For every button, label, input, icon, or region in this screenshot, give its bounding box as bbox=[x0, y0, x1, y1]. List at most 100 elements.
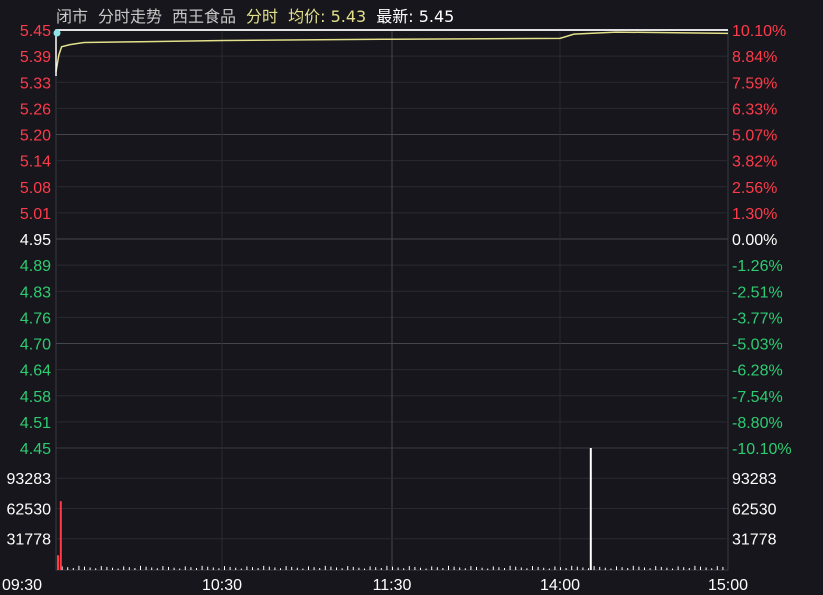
percent-tick-label: -2.51% bbox=[732, 284, 783, 301]
price-tick-label: 5.45 bbox=[20, 23, 51, 40]
volume-bar bbox=[649, 568, 651, 570]
volume-bar bbox=[436, 567, 438, 570]
volume-bar bbox=[336, 567, 337, 570]
time-axis: 09:30 10:30 11:30 14:00 15:00 bbox=[2, 577, 748, 594]
percent-tick-label: 10.10% bbox=[732, 23, 786, 40]
latest-price-value: 5.45 bbox=[418, 7, 455, 26]
volume-bar bbox=[341, 568, 343, 570]
volume-bar bbox=[621, 567, 623, 570]
volume-bar bbox=[694, 565, 696, 570]
volume-bar bbox=[588, 568, 589, 570]
volume-bar bbox=[397, 567, 399, 570]
volume-bar bbox=[274, 567, 276, 570]
volume-bar bbox=[347, 566, 349, 570]
price-tick-label: 5.20 bbox=[20, 128, 51, 145]
volume-bar bbox=[190, 567, 192, 570]
volume-bar bbox=[431, 566, 433, 570]
volume-bar bbox=[212, 567, 214, 570]
price-tick-label: 4.64 bbox=[20, 363, 51, 380]
latest-price-label: 最新: bbox=[376, 7, 414, 26]
volume-bar bbox=[509, 565, 511, 570]
volume-bar bbox=[448, 565, 449, 570]
volume-bar bbox=[364, 568, 365, 570]
chart-header: 闭市 分时走势 西王食品 分时 均价: 5.43 最新: 5.45 bbox=[56, 4, 454, 26]
volume-bar bbox=[358, 567, 360, 570]
volume-bar bbox=[610, 568, 612, 570]
volume-bar bbox=[604, 567, 606, 570]
time-tick-label: 09:30 bbox=[2, 577, 42, 594]
volume-bar bbox=[638, 566, 640, 570]
volume-bar bbox=[179, 568, 181, 570]
price-tick-label: 4.83 bbox=[20, 284, 51, 301]
percent-tick-label: 1.30% bbox=[732, 206, 777, 223]
volume-bar bbox=[453, 566, 455, 570]
latest-price: 最新: 5.45 bbox=[376, 3, 454, 27]
volume-bar bbox=[57, 555, 59, 570]
volume-bar bbox=[106, 566, 108, 570]
volume-bar bbox=[666, 567, 668, 570]
volume-bar bbox=[616, 566, 617, 570]
volume-bar bbox=[201, 565, 203, 570]
volume-bar bbox=[224, 566, 225, 570]
volume-tick-label: 62530 bbox=[7, 501, 52, 518]
volume-bar bbox=[688, 567, 690, 570]
chart-grid bbox=[55, 29, 729, 571]
volume-bar bbox=[716, 566, 718, 570]
volume-bar bbox=[145, 566, 147, 570]
volume-tick-label: 31778 bbox=[732, 532, 777, 549]
volume-bar bbox=[128, 567, 130, 570]
time-tick-label: 15:00 bbox=[708, 577, 748, 594]
volume-bar bbox=[700, 566, 701, 570]
chart-mode: 分时 bbox=[246, 7, 279, 26]
volume-bar bbox=[420, 567, 421, 570]
volume-bar bbox=[504, 567, 505, 570]
percent-tick-label: 7.59% bbox=[732, 75, 777, 92]
average-price: 均价: 5.43 bbox=[288, 3, 366, 27]
volume-bar bbox=[392, 566, 393, 570]
volume-bar bbox=[532, 566, 533, 570]
volume-bar bbox=[72, 567, 74, 570]
volume-bar bbox=[655, 566, 657, 570]
price-tick-label: 4.45 bbox=[20, 441, 51, 458]
volume-bar bbox=[313, 567, 315, 570]
stock-name: 西王食品 bbox=[172, 7, 237, 26]
price-tick-label: 5.33 bbox=[20, 75, 51, 92]
volume-bar bbox=[408, 566, 410, 570]
volume-bar bbox=[386, 565, 388, 570]
volume-bars bbox=[57, 448, 724, 570]
time-tick-label: 10:30 bbox=[202, 577, 242, 594]
volume-bar bbox=[173, 567, 175, 570]
volume-bar bbox=[711, 568, 713, 570]
percent-tick-label: -8.80% bbox=[732, 415, 783, 432]
volume-bar bbox=[537, 566, 539, 570]
volume-tick-label: 93283 bbox=[732, 471, 777, 488]
open-price-dot bbox=[53, 29, 61, 37]
volume-bar bbox=[280, 568, 281, 570]
price-tick-label: 4.89 bbox=[20, 258, 51, 275]
volume-bar bbox=[319, 567, 321, 570]
volume-bar bbox=[240, 568, 242, 570]
volume-bar bbox=[330, 566, 332, 570]
percent-tick-label: -6.28% bbox=[732, 363, 783, 380]
volume-bar bbox=[683, 567, 685, 570]
volume-bar bbox=[565, 567, 567, 570]
percent-tick-label: -7.54% bbox=[732, 389, 783, 406]
volume-bar bbox=[67, 567, 69, 570]
volume-bar bbox=[95, 568, 97, 570]
intraday-chart: 5.45 5.39 5.33 5.26 5.20 5.14 5.08 5.01 4.95 4.89… bbox=[2, 23, 792, 594]
volume-bar bbox=[89, 567, 91, 570]
volume-bar bbox=[560, 567, 561, 570]
volume-bar bbox=[207, 566, 209, 570]
price-tick-label: 4.70 bbox=[20, 337, 51, 354]
volume-bar bbox=[582, 567, 584, 570]
volume-bar bbox=[632, 565, 634, 570]
price-tick-label: 4.51 bbox=[20, 415, 51, 432]
volume-bar bbox=[291, 566, 293, 570]
volume-bar bbox=[134, 567, 136, 570]
volume-bar bbox=[705, 567, 707, 570]
average-price-label: 均价: bbox=[288, 7, 326, 26]
volume-bar bbox=[268, 566, 270, 570]
volume-bar bbox=[123, 566, 125, 570]
volume-bar bbox=[196, 567, 197, 570]
volume-bar bbox=[487, 568, 489, 570]
